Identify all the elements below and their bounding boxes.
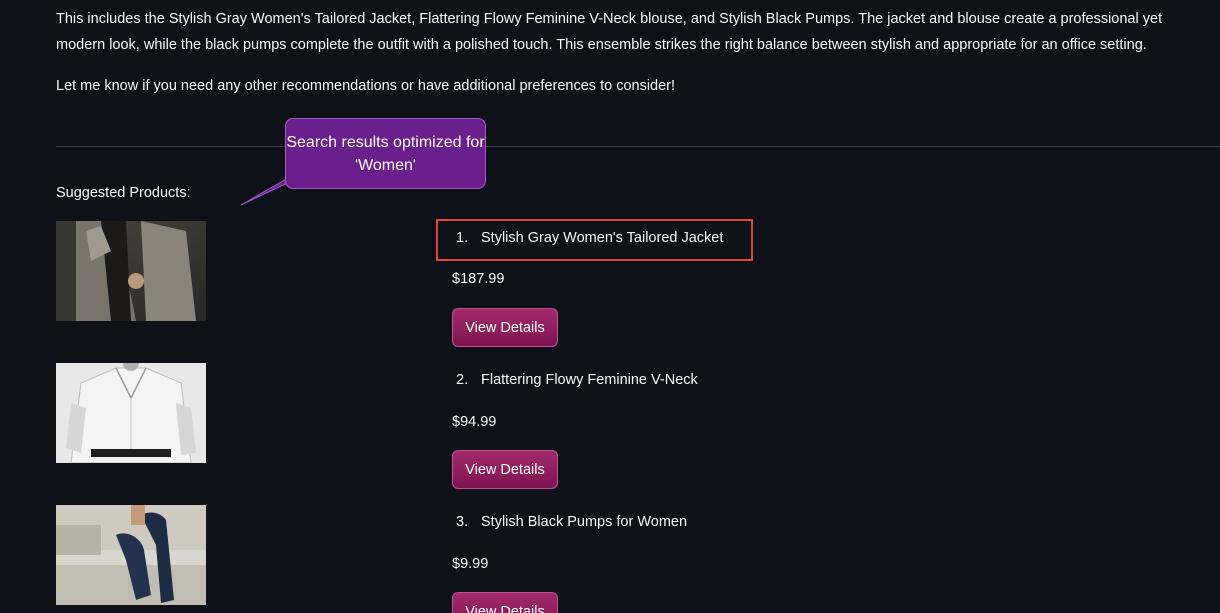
view-details-button-3[interactable]: View Details <box>452 592 558 613</box>
product-price-2: $94.99 <box>452 414 497 430</box>
product-number-3: 3. <box>456 514 469 530</box>
search-results-callout: Search results optimized for 'Women' <box>285 118 486 189</box>
suggested-products-heading: Suggested Products: <box>56 185 191 201</box>
response-paragraph-summary: This includes the Stylish Gray Women's T… <box>56 11 1163 53</box>
chat-response: This includes the Stylish Gray Women's T… <box>0 0 1220 613</box>
product-price-3: $9.99 <box>452 556 489 572</box>
product-title-1[interactable]: 1. Stylish Gray Women's Tailored Jacket <box>456 228 723 248</box>
product-number-2: 2. <box>456 372 469 388</box>
product-image-jacket[interactable] <box>56 221 206 321</box>
product-price-1: $187.99 <box>452 271 505 287</box>
response-paragraph-closing: Let me know if you need any other recomm… <box>56 78 676 94</box>
product-title-3[interactable]: 3. Stylish Black Pumps for Women <box>456 512 687 532</box>
product-name-3: Stylish Black Pumps for Women <box>481 514 688 530</box>
view-details-button-2[interactable]: View Details <box>452 450 558 489</box>
product-title-2[interactable]: 2. Flattering Flowy Feminine V-Neck <box>456 370 698 390</box>
section-divider <box>56 146 1220 147</box>
product-number-1: 1. <box>456 230 469 246</box>
product-name-2: Flattering Flowy Feminine V-Neck <box>481 372 698 388</box>
product-name-1: Stylish Gray Women's Tailored Jacket <box>481 230 724 246</box>
product-image-pumps[interactable] <box>56 505 206 605</box>
product-image-blouse[interactable] <box>56 363 206 463</box>
view-details-button-1[interactable]: View Details <box>452 308 558 347</box>
